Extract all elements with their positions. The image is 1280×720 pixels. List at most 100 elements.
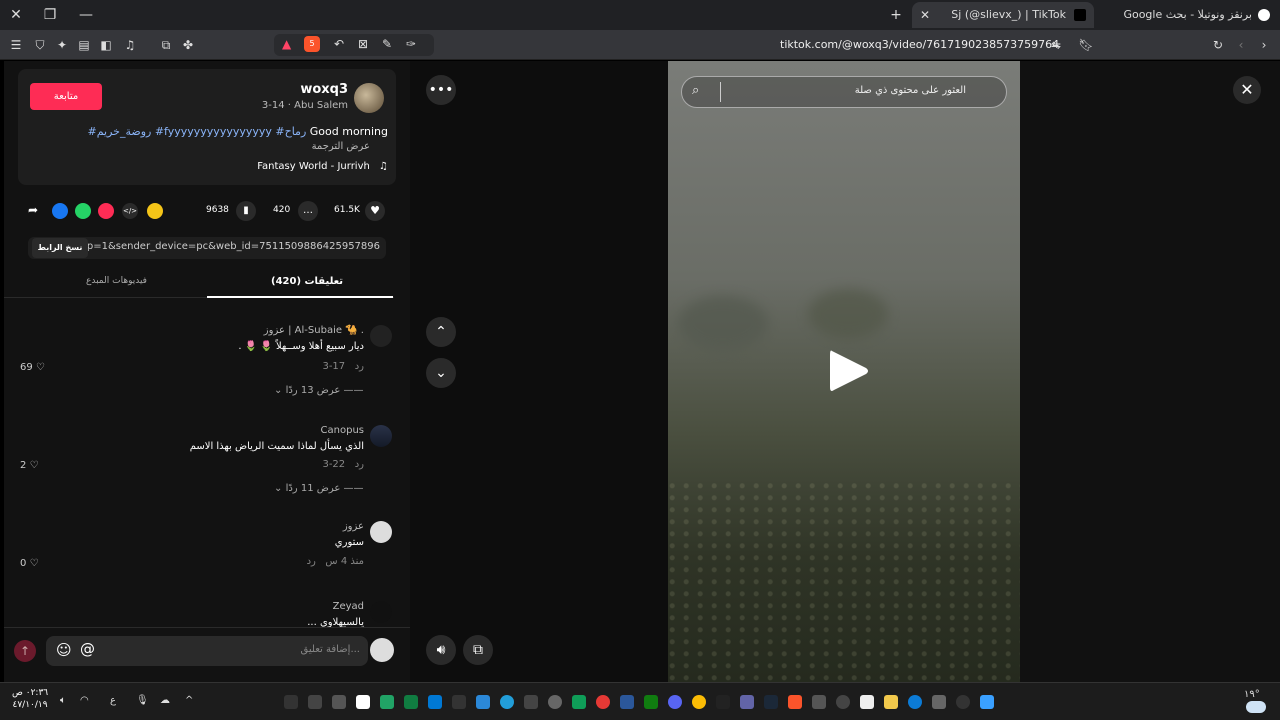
picture-in-picture-icon[interactable]: ⧉: [463, 635, 493, 665]
emoji-icon[interactable]: ☺: [56, 641, 72, 659]
comment-icon[interactable]: …: [298, 201, 318, 221]
reader-icon[interactable]: ▤: [76, 37, 92, 53]
like-icon[interactable]: ♥: [365, 201, 385, 221]
previous-video-icon[interactable]: ⌃: [426, 317, 456, 347]
back-icon[interactable]: ›: [1256, 37, 1272, 53]
screenshot-icon[interactable]: ⧉: [158, 37, 174, 53]
steam-icon[interactable]: [764, 695, 778, 709]
search-taskbar-icon[interactable]: [956, 695, 970, 709]
excel-icon[interactable]: [404, 695, 418, 709]
search-icon[interactable]: ⌕: [692, 83, 699, 98]
commenter-name[interactable]: Zeyad: [333, 601, 364, 612]
close-tab-icon[interactable]: ✕: [920, 2, 930, 28]
minimize-window-icon[interactable]: —: [76, 5, 96, 25]
notepad-icon[interactable]: [356, 695, 370, 709]
crop-icon[interactable]: ⊠: [358, 37, 368, 51]
shield-icon[interactable]: ⛉: [32, 37, 48, 53]
music-icon[interactable]: ♫: [122, 37, 138, 53]
task-view-icon[interactable]: [932, 695, 946, 709]
teams-icon[interactable]: [740, 695, 754, 709]
taskbar-app-icon[interactable]: [836, 695, 850, 709]
reply-link[interactable]: رد: [307, 556, 316, 567]
video-search-input[interactable]: ⌕ العثور على محتوى ذي صلة: [681, 76, 1007, 108]
taskbar-app-icon[interactable]: [812, 695, 826, 709]
view-replies-button[interactable]: ⌄ عرض 11 ردًا ——: [274, 483, 364, 494]
taskbar-app-icon[interactable]: [716, 695, 730, 709]
undo-icon[interactable]: ↶: [334, 37, 344, 51]
app-icon[interactable]: [428, 695, 442, 709]
comment-like[interactable]: 0 ♡: [20, 558, 39, 569]
xbox-icon[interactable]: [644, 695, 658, 709]
whatsapp-icon[interactable]: [75, 203, 91, 219]
tab-comments[interactable]: (420) تعليقات: [271, 276, 343, 287]
language-indicator[interactable]: ع: [110, 695, 116, 706]
url-text[interactable]: tiktok.com/@woxq3/video/7617190238573759…: [780, 38, 1059, 51]
comment-like[interactable]: 69 ♡: [20, 362, 45, 373]
volume-icon[interactable]: 🔊︎: [426, 635, 456, 665]
excel-icon[interactable]: [380, 695, 394, 709]
microphone-icon[interactable]: 🎙︎: [136, 695, 149, 706]
music-row[interactable]: Fantasy World - Jurrivh ♫: [257, 161, 388, 172]
wifi-icon[interactable]: ◠: [80, 695, 89, 706]
store-icon[interactable]: [860, 695, 874, 709]
next-video-icon[interactable]: ⌄: [426, 358, 456, 388]
menu-icon[interactable]: ☰: [8, 37, 24, 53]
creator-avatar[interactable]: [354, 83, 384, 113]
share-link-text[interactable]: ...p=1&sender_device=pc&web_id=751150988…: [77, 241, 380, 252]
view-replies-button[interactable]: ⌄ عرض 13 ردًا ——: [274, 385, 364, 396]
taskbar-app-icon[interactable]: [596, 695, 610, 709]
edge-icon[interactable]: [908, 695, 922, 709]
commenter-name[interactable]: عزوز | Al-Subaie 🐪 .: [264, 325, 364, 336]
save-icon[interactable]: ▮: [236, 201, 256, 221]
brave-rewards-icon[interactable]: ▲: [282, 37, 291, 51]
mention-icon[interactable]: @: [80, 640, 95, 658]
comment-input[interactable]: ☺ @ إضافة تعليق...: [46, 636, 368, 666]
volume-tray-icon[interactable]: 🔈︎: [60, 695, 66, 706]
see-translation-link[interactable]: عرض الترجمة: [312, 141, 370, 152]
embed-icon[interactable]: </>: [122, 203, 138, 219]
taskbar-app-icon[interactable]: [524, 695, 538, 709]
taskbar-app-icon[interactable]: [332, 695, 346, 709]
new-tab-icon[interactable]: +: [886, 5, 906, 25]
reload-icon[interactable]: ↻: [1210, 37, 1226, 53]
forward-icon[interactable]: ‹: [1233, 37, 1249, 53]
copy-link-button[interactable]: نسخ الرابط: [32, 238, 88, 258]
brave-shields-icon[interactable]: 5: [304, 36, 320, 52]
tab-tiktok[interactable]: ✕ Sj (@slievx_) | TikTok: [912, 2, 1094, 28]
pen-icon[interactable]: ✎: [382, 37, 392, 51]
commenter-avatar[interactable]: [370, 521, 392, 543]
share-arrow-icon[interactable]: ➦: [28, 203, 38, 217]
comment-like[interactable]: 2 ♡: [20, 460, 39, 471]
commenter-avatar[interactable]: [370, 325, 392, 347]
close-video-button[interactable]: ✕: [1233, 76, 1261, 104]
close-window-icon[interactable]: ✕: [6, 5, 26, 25]
translate-icon[interactable]: ✑: [406, 37, 416, 51]
discord-icon[interactable]: [668, 695, 682, 709]
site-settings-icon[interactable]: ⇋: [1048, 37, 1064, 53]
taskbar-app-icon[interactable]: [572, 695, 586, 709]
creator-username[interactable]: woxq3: [300, 82, 348, 97]
reply-link[interactable]: رد: [355, 459, 364, 470]
taskbar-app-icon[interactable]: [548, 695, 562, 709]
tab-google-search[interactable]: برنقز ونوتيلا - بحث Google: [1100, 2, 1280, 28]
commenter-name[interactable]: عزوز: [343, 521, 364, 532]
post-comment-arrow-icon[interactable]: ↑: [14, 640, 36, 662]
taskbar-app-icon[interactable]: [284, 695, 298, 709]
commenter-avatar[interactable]: [370, 601, 392, 623]
share-repost-icon[interactable]: [147, 203, 163, 219]
more-options-icon[interactable]: •••: [426, 75, 456, 105]
taskbar-app-icon[interactable]: [692, 695, 706, 709]
weather-temp[interactable]: ١٩°: [1244, 689, 1260, 700]
reply-link[interactable]: رد: [355, 361, 364, 372]
clock[interactable]: ٠٢:٣٦ ص ٤٧/١٠/١٩: [12, 687, 48, 711]
tab-creator-videos[interactable]: فيديوهات المبدع: [86, 276, 147, 286]
mail-icon[interactable]: [476, 695, 490, 709]
bookmark-icon[interactable]: 🔖︎: [1078, 37, 1094, 53]
send-icon[interactable]: [98, 203, 114, 219]
facebook-icon[interactable]: [52, 203, 68, 219]
commenter-name[interactable]: Canopus: [321, 425, 364, 436]
user-avatar[interactable]: [370, 638, 394, 662]
play-icon[interactable]: [826, 347, 870, 395]
video-player[interactable]: [668, 61, 1020, 682]
file-explorer-icon[interactable]: [884, 695, 898, 709]
